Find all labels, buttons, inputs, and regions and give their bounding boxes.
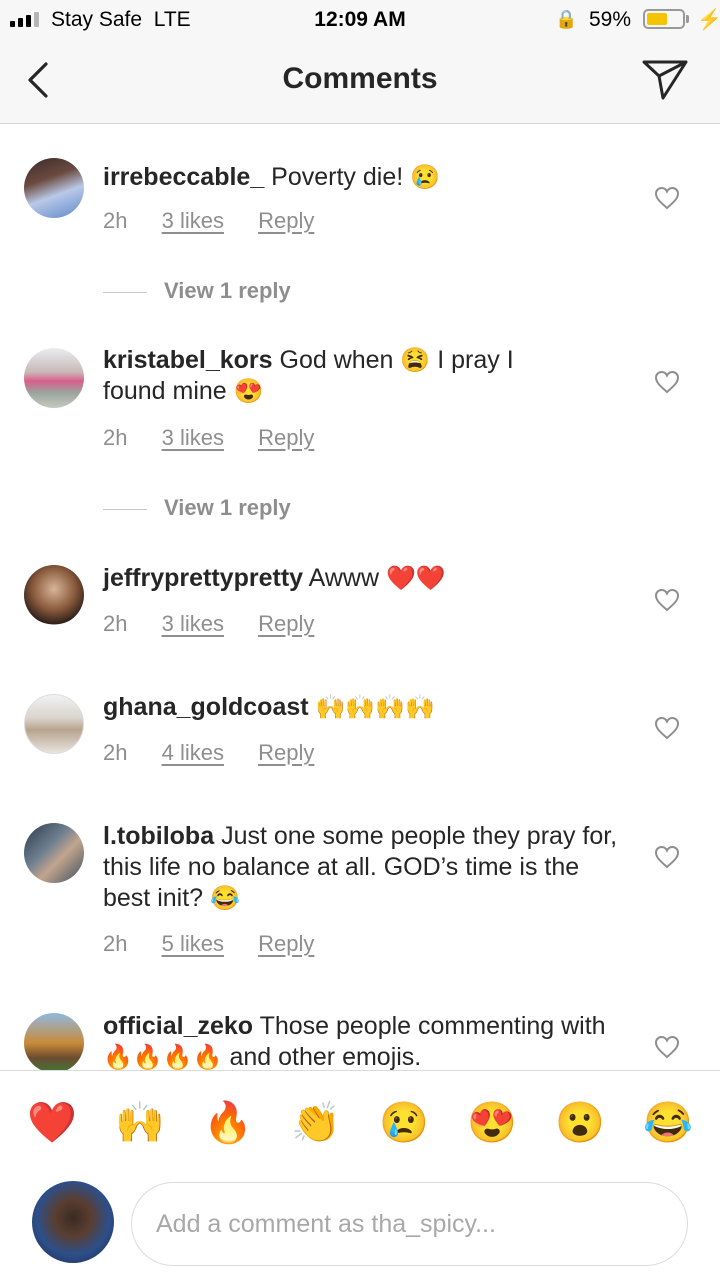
page-title: Comments [282, 62, 438, 95]
navigation-bar: Comments [0, 40, 720, 124]
comment-meta: 2h 3 likes Reply [103, 425, 342, 451]
heart-outline-icon[interactable] [654, 186, 680, 210]
charging-icon: ⚡ [697, 9, 720, 31]
likes-link[interactable]: 3 likes [162, 611, 224, 636]
comment-meta: 2h 3 likes Reply [103, 611, 342, 637]
quick-emoji-crying[interactable]: 😢 [374, 1093, 434, 1153]
comment-time: 2h [103, 208, 128, 233]
likes-link[interactable]: 3 likes [162, 425, 224, 450]
comment-username[interactable]: official_zeko [103, 1012, 253, 1040]
view-replies-label: View 1 reply [164, 495, 291, 520]
status-bar: Stay Safe LTE 12:09 AM 🔒 59% ⚡ [0, 0, 720, 40]
comment-time: 2h [103, 740, 128, 765]
reply-button[interactable]: Reply [258, 425, 314, 450]
avatar[interactable] [24, 348, 84, 408]
quick-emoji-surprised[interactable]: 😮 [550, 1093, 610, 1153]
comment-text: found mine [103, 377, 227, 405]
avatar[interactable] [24, 694, 84, 754]
comment-time: 2h [103, 611, 128, 636]
heart-outline-icon[interactable] [654, 845, 680, 869]
likes-link[interactable]: 4 likes [162, 740, 224, 765]
heart-outline-icon[interactable] [654, 1035, 680, 1059]
comment-time: 2h [103, 931, 128, 956]
comment-emoji: 😫 [400, 347, 431, 374]
paper-plane-icon[interactable] [640, 56, 690, 102]
comment-composer-bar: ❤️ 🙌 🔥 👏 😢 😍 😮 😂 [0, 1070, 720, 1280]
quick-emoji-raised-hands[interactable]: 🙌 [110, 1093, 170, 1153]
current-user-avatar [32, 1181, 114, 1263]
quick-emoji-clap[interactable]: 👏 [286, 1093, 346, 1153]
view-replies-label: View 1 reply [164, 278, 291, 303]
comment-text: and other emojis. [229, 1043, 422, 1071]
divider [103, 291, 147, 293]
comment-emoji: 🔥🔥🔥🔥 [103, 1044, 223, 1071]
comment-text: Those people commenting with [259, 1012, 606, 1040]
comment-emoji: 😍 [233, 378, 264, 405]
quick-emoji-bar: ❤️ 🙌 🔥 👏 😢 😍 😮 😂 [0, 1093, 720, 1153]
comment-emoji: ❤️❤️ [385, 565, 446, 592]
comment-time: 2h [103, 425, 128, 450]
avatar[interactable] [24, 158, 84, 218]
avatar[interactable] [24, 565, 84, 625]
comment-text: Awww [308, 564, 380, 592]
likes-link[interactable]: 5 likes [162, 931, 224, 956]
comment-text: God when [279, 346, 394, 374]
heart-outline-icon[interactable] [654, 716, 680, 740]
likes-link[interactable]: 3 likes [162, 208, 224, 233]
reply-button[interactable]: Reply [258, 611, 314, 636]
comment-meta: 2h 5 likes Reply [103, 931, 342, 957]
comment-emoji: 🙌🙌🙌🙌 [315, 694, 436, 721]
comment-emoji: 😂 [210, 885, 240, 912]
comment-username[interactable]: l.tobiloba [103, 822, 214, 850]
reply-button[interactable]: Reply [258, 740, 314, 765]
comment-username[interactable]: jeffryprettypretty [103, 564, 303, 592]
reply-button[interactable]: Reply [258, 208, 314, 233]
comment-input-box[interactable] [131, 1182, 688, 1266]
battery-icon [643, 9, 685, 29]
quick-emoji-heart-eyes[interactable]: 😍 [462, 1093, 522, 1153]
comment-meta: 2h 3 likes Reply [103, 208, 342, 234]
battery-tip [686, 15, 689, 23]
quick-emoji-fire[interactable]: 🔥 [198, 1093, 258, 1153]
comment-text: Poverty die! [271, 163, 404, 191]
divider [103, 508, 147, 510]
quick-emoji-laughing[interactable]: 😂 [638, 1093, 698, 1153]
heart-outline-icon[interactable] [654, 370, 680, 394]
comment-username[interactable]: kristabel_kors [103, 346, 273, 374]
battery-percent: 59% [589, 8, 632, 31]
comment-username[interactable]: irrebeccable_ [103, 163, 264, 191]
reply-button[interactable]: Reply [258, 931, 314, 956]
orientation-lock-icon: 🔒 [555, 9, 578, 29]
avatar[interactable] [24, 823, 84, 883]
quick-emoji-heart[interactable]: ❤️ [22, 1093, 82, 1153]
comment-text: I pray I [437, 346, 514, 374]
view-replies-button[interactable]: View 1 reply [103, 495, 291, 521]
view-replies-button[interactable]: View 1 reply [103, 278, 291, 304]
comment-emoji: 😢 [410, 164, 441, 191]
heart-outline-icon[interactable] [654, 588, 680, 612]
avatar[interactable] [24, 1013, 84, 1073]
comment-username[interactable]: ghana_goldcoast [103, 693, 309, 721]
comment-input[interactable] [156, 1183, 656, 1265]
comment-meta: 2h 4 likes Reply [103, 740, 342, 766]
